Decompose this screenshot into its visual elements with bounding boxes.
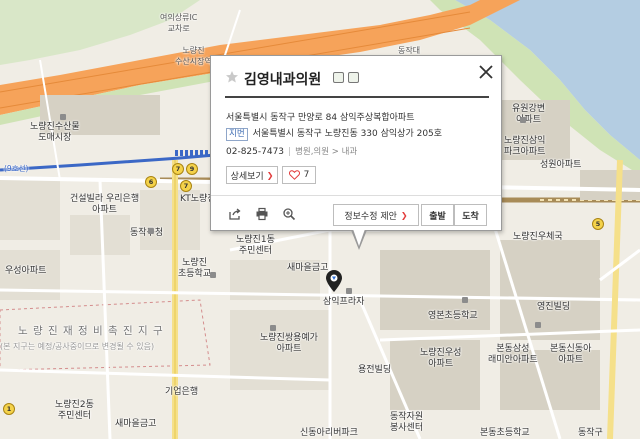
hospital-icon <box>348 72 359 83</box>
subway-badge: 6 <box>145 176 157 188</box>
suggest-edit-label: 정보수정 제안 <box>344 211 397 222</box>
like-count: 7 <box>303 170 310 180</box>
map-label-youngbon-elementary: 영본초등학교 <box>428 311 478 321</box>
zoom-icon[interactable] <box>282 207 296 221</box>
poi-marker <box>210 272 216 278</box>
map-label-yuwon-apt: 유원강변 아파트 <box>512 104 546 125</box>
map-label-bondong-elementary: 본동초등학교 <box>480 428 530 438</box>
departure-button[interactable]: 출발 <box>421 204 454 226</box>
map-label-dongjak-volunteer: 동작자원 봉사센터 <box>390 412 424 433</box>
title-divider <box>225 96 489 98</box>
map-label-kiup-bank: 기업은행 <box>165 387 199 397</box>
jibun-address: 서울특별시 동작구 노량진동 330 삼익상가 205호 <box>252 129 443 139</box>
location-pin-icon[interactable] <box>326 270 342 292</box>
map-label-bondong-sindonga: 본동신동아 아파트 <box>550 344 592 365</box>
map-label-bondong-samsung: 본동삼성 래미안아파트 <box>488 344 538 365</box>
map-label-saemaeul-bank: 새마을금고 <box>287 263 329 273</box>
map-label-noryangjin2-center: 노량진2동 주민센터 <box>55 400 94 421</box>
chevron-right-icon: ❯ <box>266 170 274 180</box>
poi-marker <box>462 297 468 303</box>
popup-divider <box>211 195 501 196</box>
star-icon[interactable] <box>225 70 239 84</box>
jibun-tag: 지번 <box>226 128 248 141</box>
close-icon[interactable] <box>478 64 494 80</box>
map-label-olympic-ic: 여의상류IC 교차로 <box>160 13 198 33</box>
map-label-fish-market-station: 노량진 수산시장역 <box>175 46 212 66</box>
road-address: 서울특별시 동작구 만양로 84 삼익주상복합아파트 <box>226 113 415 123</box>
detail-button[interactable]: 상세보기 ❯ <box>226 166 278 184</box>
map-canvas[interactable]: 여의상류IC 교차로 노량진 수산시장역 동작대 노량진수산물 도매시장 유원강… <box>0 0 640 439</box>
like-button[interactable]: 7 <box>282 166 316 184</box>
poi-marker <box>346 288 352 294</box>
poi-marker <box>60 114 66 120</box>
map-label-noryangjin-woosung-apt: 노량진우성 아파트 <box>420 348 462 369</box>
map-label-noryangjin-elementary: 노량진 초등학교 <box>178 258 212 279</box>
poi-marker <box>270 325 276 331</box>
parking-icon <box>333 72 344 83</box>
map-label-dongjak-gu-office: 동작구청 <box>130 228 164 238</box>
chevron-right-icon: ❯ <box>400 210 408 220</box>
place-info-popup: 김영내과의원 서울특별시 동작구 만양로 84 삼익주상복합아파트 지번 서울특별… <box>210 55 502 250</box>
map-label-sindongah-park: 신동아리버파크 <box>300 428 358 438</box>
map-label-saemaeul-bank-2: 새마을금고 <box>115 419 157 429</box>
subway-badge: 1 <box>3 403 15 415</box>
map-label-samik-plaza: 삼익프라자 <box>323 297 365 307</box>
map-label-seongwon-apt: 성원아파트 <box>540 160 582 170</box>
subway-badge: 5 <box>592 218 604 230</box>
map-label-fish-market: 노량진수산물 도매시장 <box>30 122 80 143</box>
subway-badge: 9 <box>186 163 198 175</box>
subway-badge: 7 <box>172 163 184 175</box>
map-label-line9: (9호선) <box>4 164 29 173</box>
place-title: 김영내과의원 <box>244 72 322 88</box>
map-label-yongjeon-bldg: 용전빌딩 <box>358 365 392 375</box>
subway-badge: 7 <box>180 180 192 192</box>
map-label-geonseol-apt: 건설빌라 우리은행 아파트 <box>70 194 140 215</box>
map-label-noryangjin-post: 노량진우체국 <box>513 232 563 242</box>
poi-marker <box>148 228 154 234</box>
map-label-redevelopment-zone: 노 량 진 재 정 비 촉 진 지 구 <box>18 325 164 337</box>
map-label-samik-park: 노량진삼익 파크아파트 <box>504 136 546 157</box>
print-icon[interactable] <box>255 207 269 221</box>
map-label-redevelopment-note: (본 지구는 예정/공사중이므로 변경될 수 있음) <box>0 342 155 351</box>
phone-number[interactable]: 02-825-7473 <box>226 147 284 157</box>
map-label-noryangjin1-center: 노량진1동 주민센터 <box>236 235 275 256</box>
suggest-edit-button[interactable]: 정보수정 제안 ❯ <box>333 204 419 226</box>
heart-icon <box>288 170 300 180</box>
contact-row: 02-825-7473 | 병원,의원 > 내과 <box>226 147 358 157</box>
detail-button-label: 상세보기 <box>230 171 264 182</box>
share-icon[interactable] <box>228 207 242 221</box>
arrival-button[interactable]: 도착 <box>454 204 487 226</box>
poi-marker <box>520 117 526 123</box>
map-label-ssangyong-apt: 노량진쌍용예가 아파트 <box>260 333 318 354</box>
map-label-woosung-apt: 우성아파트 <box>5 266 47 276</box>
jibun-address-row: 지번 서울특별시 동작구 노량진동 330 삼익상가 205호 <box>226 126 442 141</box>
place-category: 병원,의원 > 내과 <box>295 147 358 157</box>
map-label-bondong: 동작구 <box>578 428 603 438</box>
poi-marker <box>535 322 541 328</box>
map-label-youngjin-bldg: 영진빌딩 <box>537 302 571 312</box>
